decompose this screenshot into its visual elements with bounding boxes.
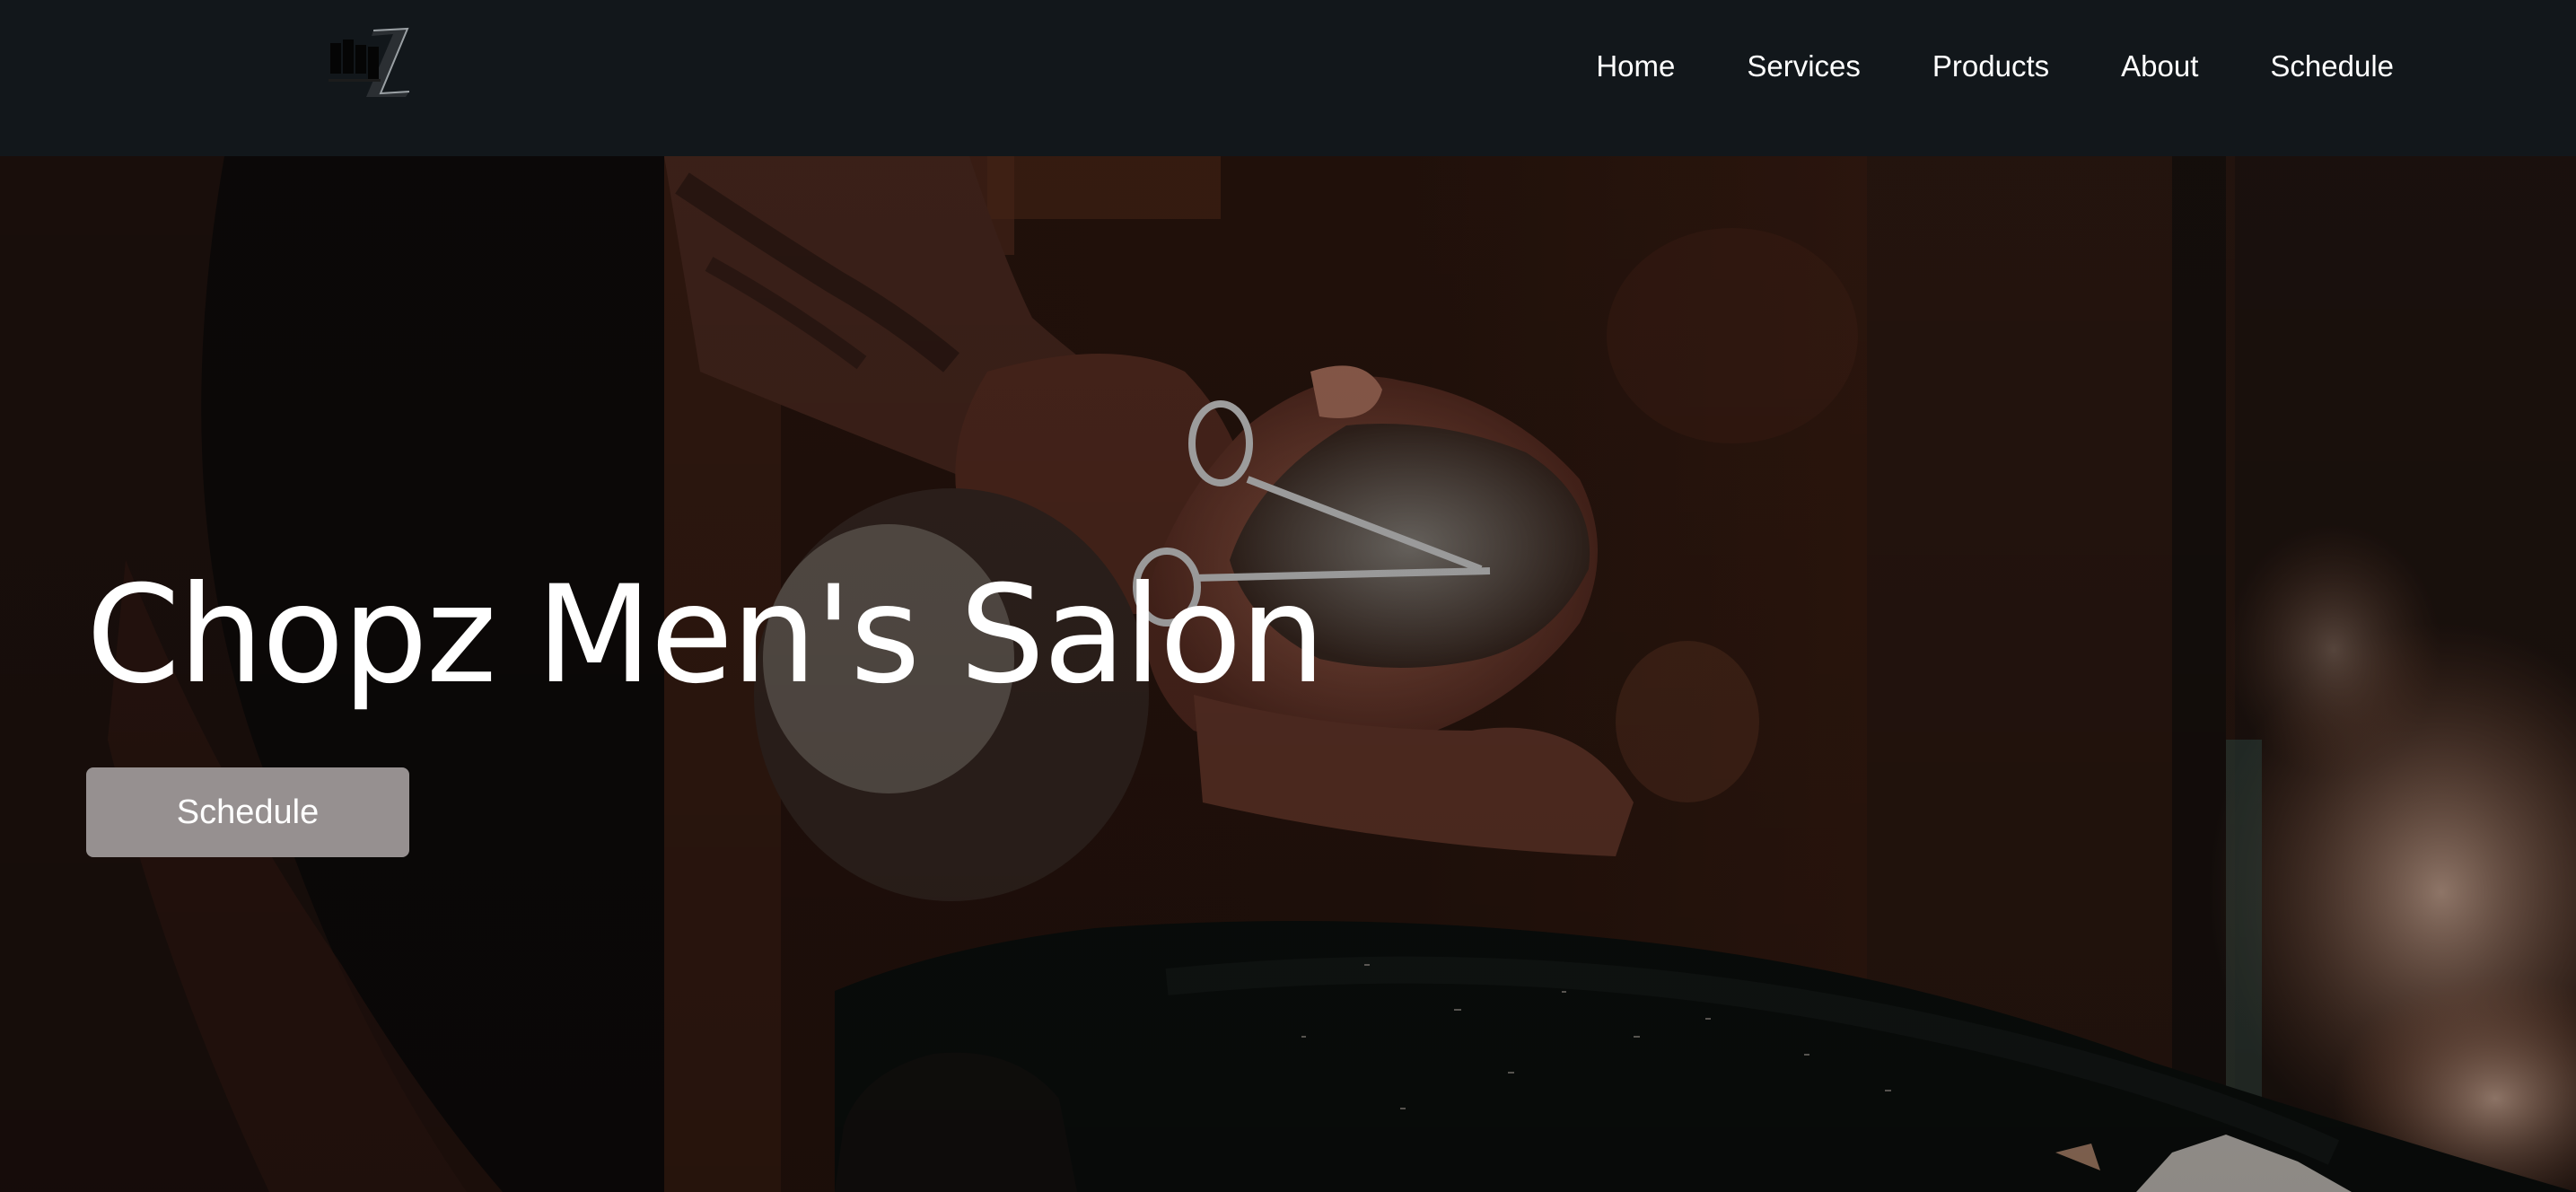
top-navbar: Home Services Products About Schedule	[0, 0, 2576, 156]
nav-services[interactable]: Services	[1747, 47, 1861, 86]
nav-products[interactable]: Products	[1932, 47, 2049, 86]
page: Home Services Products About Schedule Ch…	[0, 0, 2576, 1192]
brand-logo[interactable]	[327, 27, 413, 99]
hero-title: Chopz Men's Salon	[86, 557, 1326, 714]
main-nav: Home Services Products About Schedule	[1596, 47, 2394, 86]
hero-section: Chopz Men's Salon Schedule	[0, 156, 2576, 1192]
nav-home[interactable]: Home	[1596, 47, 1675, 86]
chopz-logo-icon	[329, 27, 410, 97]
nav-about[interactable]: About	[2121, 47, 2198, 86]
schedule-button[interactable]: Schedule	[86, 767, 409, 857]
nav-schedule[interactable]: Schedule	[2270, 47, 2394, 86]
